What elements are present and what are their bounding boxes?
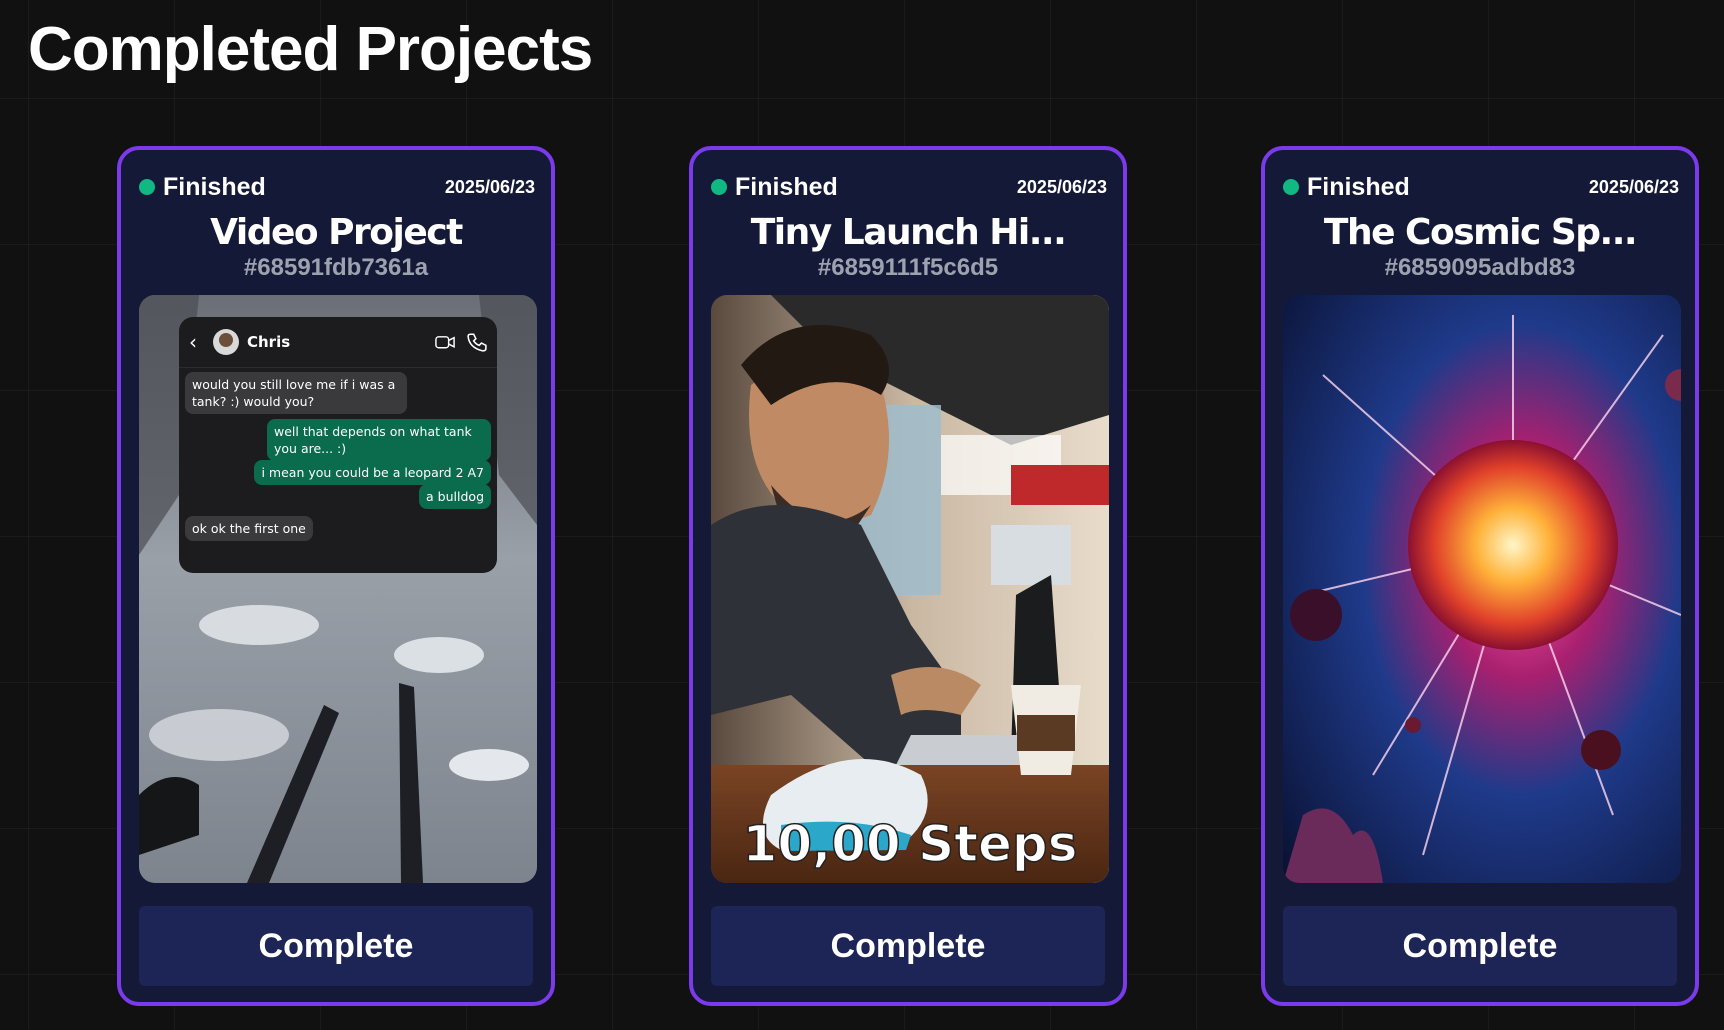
status-label: Finished [1307,172,1410,201]
project-id: #68591fdb7361a [243,254,429,281]
project-card[interactable]: Finished 2025/06/23 Video Project #68591… [117,146,555,1006]
video-call-icon [435,335,455,349]
chat-message: ok ok the first one [185,516,313,541]
status-dot-icon [711,179,727,195]
project-title: Tiny Launch Hi... [750,212,1067,253]
complete-button[interactable]: Complete [139,906,533,986]
project-thumbnail[interactable] [1283,295,1681,883]
project-id: #6859111f5c6d5 [817,254,999,281]
chat-message: well that depends on what tank you are..… [267,419,491,461]
project-date: 2025/06/23 [444,176,535,197]
card-header: Finished 2025/06/23 [1283,172,1679,202]
avatar [213,329,239,355]
back-chevron-icon: ‹ [189,330,197,354]
cosmic-explosion-image [1283,295,1681,883]
status-badge: Finished [139,173,266,202]
project-id: #6859095adbd83 [1384,254,1576,281]
project-title: The Cosmic Sp... [1323,212,1638,253]
cafe-laptop-image: 10,00 Steps [711,295,1109,883]
project-card[interactable]: Finished 2025/06/23 The Cosmic Sp... #68… [1261,146,1699,1006]
status-badge: Finished [1283,173,1410,202]
chat-message: a bulldog [419,484,491,509]
complete-button[interactable]: Complete [711,906,1105,986]
project-thumbnail[interactable]: ‹ Chris would you still love me if i was… [139,295,537,883]
project-title: Video Project [210,212,463,253]
chat-header: ‹ Chris [179,317,497,368]
chat-overlay: ‹ Chris would you still love me if i was… [179,317,497,573]
chat-message: i mean you could be a leopard 2 A7 [254,460,491,485]
status-badge: Finished [711,173,838,202]
status-label: Finished [735,172,838,201]
card-header: Finished 2025/06/23 [139,172,535,202]
phone-icon [467,333,487,352]
status-label: Finished [163,172,266,201]
chat-contact-name: Chris [247,333,291,351]
status-dot-icon [1283,179,1299,195]
chat-message: would you still love me if i was a tank?… [185,372,407,414]
project-date: 2025/06/23 [1016,176,1107,197]
project-date: 2025/06/23 [1588,176,1679,197]
project-thumbnail[interactable]: 10,00 Steps [711,295,1109,883]
chat-body: would you still love me if i was a tank?… [179,368,497,541]
card-header: Finished 2025/06/23 [711,172,1107,202]
thumbnail-caption: 10,00 Steps [743,815,1078,873]
project-card[interactable]: Finished 2025/06/23 Tiny Launch Hi... #6… [689,146,1127,1006]
status-dot-icon [139,179,155,195]
complete-button[interactable]: Complete [1283,906,1677,986]
page-title: Completed Projects [28,15,593,84]
